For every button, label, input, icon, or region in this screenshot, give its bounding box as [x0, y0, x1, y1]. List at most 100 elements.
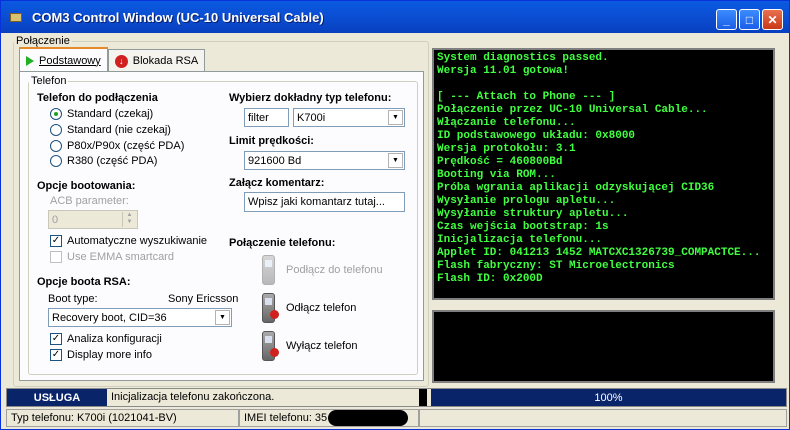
log-line: Booting via ROM... [437, 169, 556, 181]
close-button[interactable]: ✕ [762, 9, 783, 30]
filter-value: filter [248, 111, 269, 124]
phone-legend: Telefon [31, 75, 67, 87]
imei-cell: IMEI telefonu: 35 [239, 409, 419, 427]
connect-phone-icon [262, 255, 275, 285]
radio-label: Standard (nie czekaj) [67, 124, 171, 136]
log-line: Próba wgrania aplikacji odzyskującej CID… [437, 182, 715, 194]
radio-label: Standard (czekaj) [67, 108, 154, 120]
boot-select-value: Recovery boot, CID=36 [52, 311, 167, 324]
tab-rsa-lock-label: Blokada RSA [132, 55, 199, 67]
radio-r380[interactable]: R380 (część PDA) [50, 155, 157, 167]
log-line: Flash ID: 0x200D [437, 273, 543, 285]
boot-options-heading: Opcje bootowania: [37, 180, 136, 192]
comment-placeholder: Wpisz jaki komantarz tutaj... [248, 196, 385, 208]
phone-type-heading: Wybierz dokładny typ telefonu: [229, 92, 392, 104]
log-line: Połączenie przez UC-10 Universal Cable..… [437, 104, 708, 116]
radio-standard-wait[interactable]: Standard (czekaj) [50, 108, 153, 120]
log-line: Flash fabryczny: ST Microelectronics [437, 260, 675, 272]
title-bar[interactable]: COM3 Control Window (UC-10 Universal Cab… [1, 1, 789, 33]
speed-value: 921600 Bd [248, 154, 302, 167]
use-emma-checkbox[interactable]: Use EMMA smartcard [50, 251, 174, 263]
tab-rsa-lock[interactable]: ↓ Blokada RSA [107, 49, 206, 72]
boot-select[interactable]: Recovery boot, CID=36 ▼ [48, 308, 232, 327]
chevron-down-icon: ▼ [388, 153, 403, 168]
tab-panel-basic: Telefon Telefon do podłączenia Standard … [19, 71, 424, 381]
checkbox-label: Analiza konfiguracji [67, 333, 162, 345]
rsa-boot-heading: Opcje boota RSA: [37, 276, 131, 288]
radio-standard-nowait[interactable]: Standard (nie czekaj) [50, 124, 171, 136]
checkbox-label: Use EMMA smartcard [67, 251, 174, 263]
service-label: USŁUGA [7, 389, 107, 406]
maximize-button[interactable]: □ [739, 9, 760, 30]
checkbox-label: Automatyczne wyszukiwanie [67, 235, 208, 247]
bottom-bar: Typ telefonu: K700i (1021041-BV) IMEI te… [6, 409, 787, 428]
radio-dot [50, 108, 62, 120]
speed-select[interactable]: 921600 Bd ▼ [244, 151, 405, 170]
acb-input[interactable]: 0 ▲ ▼ [48, 210, 138, 229]
connection-tabs: Podstawowy ↓ Blokada RSA [19, 47, 206, 72]
radio-p80x[interactable]: P80x/P90x (część PDA) [50, 140, 184, 152]
status-bar: USŁUGA Inicjalizacja telefonu zakończona… [6, 388, 787, 407]
poweroff-phone-button[interactable]: Wyłącz telefon [286, 340, 357, 352]
phone-type-cell: Typ telefonu: K700i (1021041-BV) [6, 409, 239, 427]
play-icon [26, 55, 34, 66]
check-icon: ✓ [50, 333, 62, 345]
minimize-button[interactable]: _ [716, 9, 737, 30]
check-box [50, 251, 62, 263]
analyze-config-checkbox[interactable]: ✓ Analiza konfiguracji [50, 333, 162, 345]
log-line: Applet ID: 041213 1452 MATCXC1326739_COM… [437, 247, 761, 259]
auto-search-checkbox[interactable]: ✓ Automatyczne wyszukiwanie [50, 235, 207, 247]
phone-connection-heading: Połączenie telefonu: [229, 237, 336, 249]
window-title: COM3 Control Window (UC-10 Universal Cab… [32, 9, 324, 25]
radio-label: R380 (część PDA) [67, 155, 158, 167]
log-line: System diagnostics passed. [437, 52, 609, 64]
progress-text: 100% [594, 391, 623, 404]
chevron-down-icon: ▼ [388, 110, 403, 125]
redaction-mark [328, 410, 409, 426]
acb-label: ACB parameter: [50, 195, 129, 207]
log-line: Włączanie telefonu... [437, 117, 576, 129]
filter-input[interactable]: filter [244, 108, 289, 127]
main-window: COM3 Control Window (UC-10 Universal Cab… [0, 0, 790, 430]
status-divider [419, 389, 427, 406]
tab-basic[interactable]: Podstawowy [19, 47, 108, 72]
acb-value: 0 [52, 213, 59, 226]
connection-legend: Połączenie [16, 35, 70, 47]
checkbox-label: Display more info [67, 349, 152, 361]
log-line: Wysyłanie prologu apletu... [437, 195, 616, 207]
check-icon: ✓ [50, 349, 62, 361]
log-console[interactable]: System diagnostics passed. Wersja 11.01 g… [432, 48, 775, 300]
log-line: ID podstawowego układu: 0x8000 [437, 130, 636, 142]
connect-heading: Telefon do podłączenia [37, 92, 158, 104]
log-text: System diagnostics passed. Wersja 11.01 g… [437, 52, 760, 286]
display-more-checkbox[interactable]: ✓ Display more info [50, 349, 152, 361]
connect-phone-button[interactable]: Podłącz do telefonu [286, 264, 383, 276]
radio-dot [50, 140, 62, 152]
model-value: K700i [297, 111, 326, 124]
rsa-lock-icon: ↓ [114, 54, 128, 68]
imei-text: IMEI telefonu: 35 [244, 412, 328, 424]
radio-dot [50, 124, 62, 136]
empty-status-cell [419, 409, 787, 427]
tab-basic-label: Podstawowy [39, 54, 101, 67]
poweroff-phone-icon [262, 331, 279, 361]
log-line: Czas wejścia bootstrap: 1s [437, 221, 609, 233]
comment-heading: Załącz komentarz: [229, 177, 325, 189]
radio-label: P80x/P90x (część PDA) [67, 140, 185, 152]
app-icon [8, 10, 24, 24]
status-message: Inicjalizacja telefonu zakończona. [111, 391, 275, 403]
comment-input[interactable]: Wpisz jaki komantarz tutaj... [244, 192, 405, 212]
speed-heading: Limit prędkości: [229, 135, 314, 147]
model-select[interactable]: K700i ▼ [293, 108, 405, 127]
log-line: Prędkość = 460800Bd [437, 156, 563, 168]
log-line: Inicjalizacja telefonu... [437, 234, 603, 246]
check-icon: ✓ [50, 235, 62, 247]
secondary-console[interactable] [432, 310, 775, 383]
log-line: Wysyłanie struktury apletu... [437, 208, 629, 220]
log-line: Wersja 11.01 gotowa! [437, 65, 570, 77]
disconnect-phone-icon [262, 293, 279, 323]
disconnect-phone-button[interactable]: Odłącz telefon [286, 302, 356, 314]
boot-type-value: Sony Ericsson [168, 293, 239, 305]
boot-type-label: Boot type: [48, 293, 98, 305]
